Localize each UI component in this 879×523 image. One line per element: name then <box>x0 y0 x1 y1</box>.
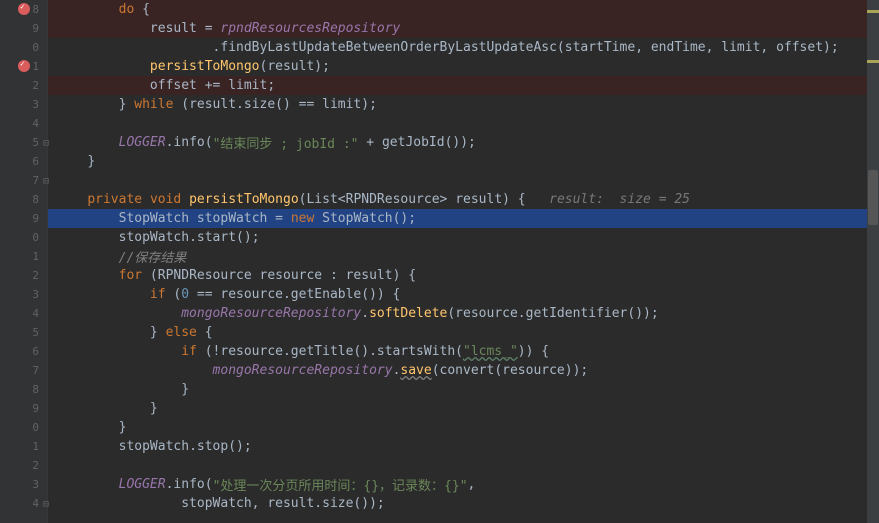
line-number[interactable]: 4⊟ <box>0 494 47 513</box>
code-line[interactable]: do { <box>48 0 879 19</box>
line-number[interactable]: 7⊟ <box>0 171 47 190</box>
line-number[interactable]: 2 <box>0 266 47 285</box>
code-line[interactable]: persistToMongo(result); <box>48 57 879 76</box>
code-line[interactable]: offset += limit; <box>48 76 879 95</box>
line-number[interactable]: 1 <box>0 437 47 456</box>
line-number[interactable]: 6 <box>0 152 47 171</box>
line-number[interactable]: 1 <box>0 57 47 76</box>
line-number[interactable]: 9 <box>0 19 47 38</box>
debug-inline-hint: result: size = 25 <box>526 192 690 207</box>
code-line[interactable]: } <box>48 152 879 171</box>
code-line[interactable]: LOGGER.info("结束同步 ; jobId :" + getJobId(… <box>48 133 879 152</box>
breakpoint-icon[interactable] <box>18 3 30 15</box>
line-number[interactable]: 8 <box>0 190 47 209</box>
code-line[interactable]: mongoResourceRepository.softDelete(resou… <box>48 304 879 323</box>
code-line[interactable]: stopWatch, result.size()); <box>48 494 879 513</box>
gutter: 8 9 0 1 2 3 4 5⊟ 6 7⊟ 8 9 0 1 2 3 4 5 6 … <box>0 0 48 523</box>
code-line[interactable] <box>48 456 879 475</box>
line-number[interactable]: 6 <box>0 342 47 361</box>
scroll-mark-icon[interactable] <box>867 60 879 63</box>
code-line[interactable]: if (0 == resource.getEnable()) { <box>48 285 879 304</box>
code-line[interactable]: stopWatch.start(); <box>48 228 879 247</box>
code-line-current[interactable]: StopWatch stopWatch = new StopWatch(); <box>48 209 879 228</box>
line-number[interactable]: 4 <box>0 304 47 323</box>
code-line[interactable]: } <box>48 380 879 399</box>
line-number[interactable]: 5⊟ <box>0 133 47 152</box>
code-line[interactable]: if (!resource.getTitle().startsWith("lcm… <box>48 342 879 361</box>
code-line[interactable]: //保存结果 <box>48 247 879 266</box>
line-number[interactable]: 5 <box>0 323 47 342</box>
line-number[interactable]: 2 <box>0 456 47 475</box>
code-line[interactable]: } <box>48 399 879 418</box>
code-line[interactable] <box>48 114 879 133</box>
code-line[interactable]: .findByLastUpdateBetweenOrderByLastUpdat… <box>48 38 879 57</box>
line-number[interactable]: 2 <box>0 76 47 95</box>
line-number[interactable]: 7 <box>0 361 47 380</box>
line-number[interactable]: 0 <box>0 38 47 57</box>
code-line[interactable]: stopWatch.stop(); <box>48 437 879 456</box>
line-number[interactable]: 3 <box>0 95 47 114</box>
scrollbar[interactable] <box>867 0 879 523</box>
code-line[interactable]: for (RPNDResource resource : result) { <box>48 266 879 285</box>
line-number[interactable]: 9 <box>0 209 47 228</box>
code-line[interactable]: } while (result.size() == limit); <box>48 95 879 114</box>
code-line[interactable]: result = rpndResourcesRepository <box>48 19 879 38</box>
line-number[interactable]: 0 <box>0 228 47 247</box>
code-area[interactable]: do { result = rpndResourcesRepository .f… <box>48 0 879 523</box>
code-editor: 8 9 0 1 2 3 4 5⊟ 6 7⊟ 8 9 0 1 2 3 4 5 6 … <box>0 0 879 523</box>
code-line[interactable]: } <box>48 418 879 437</box>
code-line[interactable]: private void persistToMongo(List<RPNDRes… <box>48 190 879 209</box>
line-number[interactable]: 1 <box>0 247 47 266</box>
line-number[interactable]: 9 <box>0 399 47 418</box>
scroll-thumb[interactable] <box>868 170 878 225</box>
line-number[interactable]: 8 <box>0 0 47 19</box>
line-number[interactable]: 0 <box>0 418 47 437</box>
code-line[interactable]: mongoResourceRepository.save(convert(res… <box>48 361 879 380</box>
line-number[interactable]: 3 <box>0 475 47 494</box>
scroll-mark-icon[interactable] <box>867 10 879 13</box>
breakpoint-icon[interactable] <box>18 60 30 72</box>
line-number[interactable]: 8 <box>0 380 47 399</box>
line-number[interactable]: 4 <box>0 114 47 133</box>
line-number[interactable]: 3 <box>0 285 47 304</box>
code-line[interactable]: } else { <box>48 323 879 342</box>
code-line[interactable]: LOGGER.info("处理一次分页所用时间：{}，记录数：{}", <box>48 475 879 494</box>
code-line[interactable] <box>48 171 879 190</box>
